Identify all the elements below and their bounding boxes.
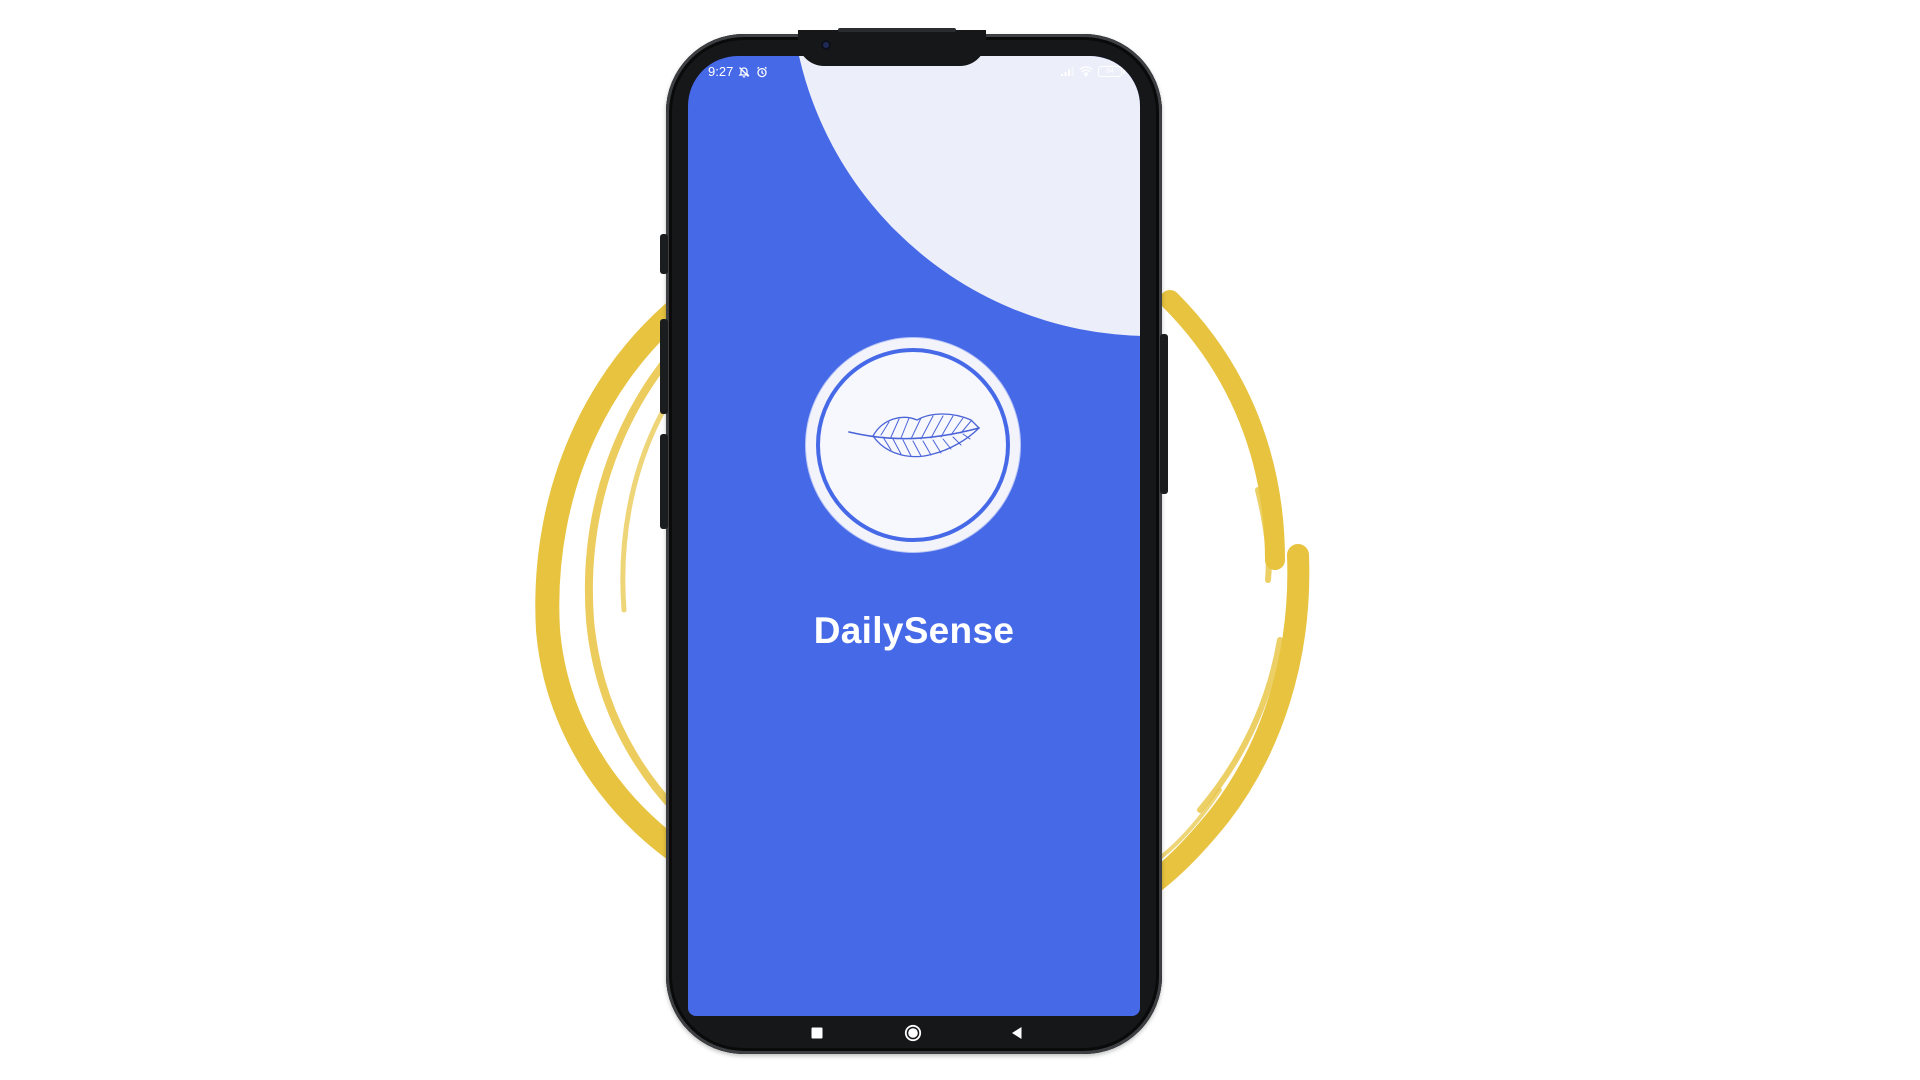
power-button — [1160, 334, 1168, 494]
app-logo — [806, 338, 1020, 552]
status-left: 9:27 — [708, 64, 769, 79]
splash-screen: 9:27 84 DailySense — [688, 56, 1140, 1016]
presentation-canvas: 9:27 84 DailySense — [0, 0, 1920, 1080]
phone-mockup: 9:27 84 DailySense — [660, 28, 1168, 1054]
signal-icon — [1060, 64, 1074, 78]
triangle-left-icon — [1012, 1027, 1022, 1039]
status-right: 84 — [1060, 64, 1125, 78]
camera-notch — [798, 28, 986, 66]
battery-icon: 84 — [1098, 65, 1125, 77]
circle-icon — [904, 1024, 922, 1042]
recent-apps-button[interactable] — [808, 1024, 826, 1042]
navigation-bar — [688, 1016, 1140, 1050]
status-time: 9:27 — [708, 64, 734, 79]
volume-up-button — [660, 319, 668, 414]
logo-ring — [816, 348, 1010, 542]
app-name: DailySense — [813, 610, 1015, 651]
silent-switch — [660, 234, 668, 274]
square-icon — [811, 1027, 823, 1039]
background-accent-circle — [790, 56, 1140, 336]
volume-down-button — [660, 434, 668, 529]
back-button[interactable] — [1008, 1024, 1026, 1042]
front-camera — [821, 40, 831, 50]
home-button[interactable] — [904, 1024, 922, 1042]
bell-off-icon — [737, 65, 751, 79]
wifi-icon — [1079, 64, 1093, 78]
feather-icon — [848, 413, 980, 458]
alarm-icon — [755, 65, 769, 79]
battery-level: 84 — [1106, 67, 1114, 75]
